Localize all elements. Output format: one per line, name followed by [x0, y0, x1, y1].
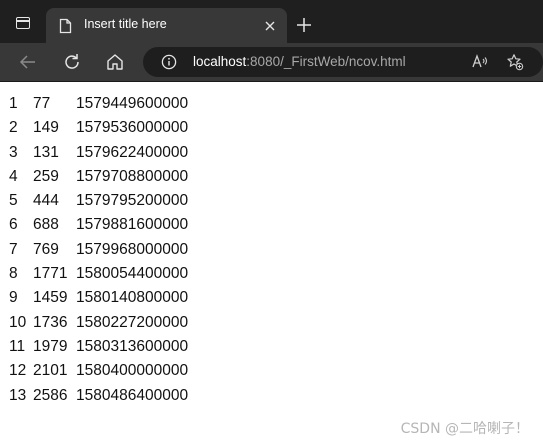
- toolbar: localhost:8080/_FirstWeb/ncov.html: [0, 43, 543, 82]
- address-bar[interactable]: localhost:8080/_FirstWeb/ncov.html: [143, 47, 543, 77]
- row-index: 9: [9, 289, 18, 307]
- row-timestamp: 1579536000000: [76, 119, 189, 137]
- row-count: 444: [33, 192, 59, 210]
- row-index: 7: [9, 240, 18, 258]
- window-icon[interactable]: [16, 17, 30, 29]
- row-count: 1771: [33, 265, 68, 283]
- info-icon[interactable]: [161, 54, 177, 74]
- row-index: 8: [9, 265, 18, 283]
- row-index: 13: [9, 386, 27, 404]
- row-count: 1459: [33, 289, 68, 307]
- row-count: 2586: [33, 386, 68, 404]
- row-timestamp: 1579968000000: [76, 240, 189, 258]
- tab-title: Insert title here: [84, 17, 167, 31]
- plus-icon[interactable]: [296, 17, 312, 33]
- row-count: 2101: [33, 362, 68, 380]
- table-row: 9 1459 1580140800000: [9, 286, 188, 310]
- tab-active[interactable]: Insert title here: [46, 8, 287, 43]
- row-count: 688: [33, 216, 59, 234]
- row-index: 2: [9, 119, 18, 137]
- url-text[interactable]: localhost:8080/_FirstWeb/ncov.html: [193, 54, 406, 69]
- row-index: 12: [9, 362, 27, 380]
- home-icon[interactable]: [104, 51, 126, 73]
- table-row: 6 688 1579881600000: [9, 213, 188, 237]
- row-index: 3: [9, 143, 18, 161]
- row-timestamp: 1579795200000: [76, 192, 189, 210]
- close-icon[interactable]: [263, 18, 277, 32]
- table-row: 12 2101 1580400000000: [9, 359, 188, 383]
- browser-window: Insert title here localhost:8080/_FirstW…: [0, 0, 543, 445]
- row-timestamp: 1580140800000: [76, 289, 189, 307]
- reload-icon[interactable]: [61, 51, 83, 73]
- table-row: 10 1736 1580227200000: [9, 311, 188, 335]
- row-timestamp: 1580313600000: [76, 337, 189, 355]
- row-index: 6: [9, 216, 18, 234]
- row-count: 1979: [33, 337, 68, 355]
- data-table: 1 77 1579449600000 2 149 1579536000000 3 131 157…: [9, 92, 188, 408]
- table-row: 11 1979 1580313600000: [9, 335, 188, 359]
- row-timestamp: 1580400000000: [76, 362, 189, 380]
- table-row: 5 444 1579795200000: [9, 189, 188, 213]
- url-host: localhost: [193, 54, 247, 69]
- add-favorite-icon[interactable]: [506, 53, 524, 71]
- watermark: CSDN @二哈喇子！: [400, 421, 529, 437]
- row-timestamp: 1580227200000: [76, 313, 189, 331]
- row-index: 10: [9, 313, 27, 331]
- table-row: 1 77 1579449600000: [9, 92, 188, 116]
- page-icon: [59, 18, 72, 38]
- row-count: 77: [33, 95, 51, 112]
- tab-strip: Insert title here: [0, 0, 543, 43]
- row-timestamp: 1579449600000: [76, 95, 189, 112]
- row-timestamp: 1579622400000: [76, 143, 189, 161]
- row-index: 4: [9, 167, 18, 185]
- url-path: :8080/_FirstWeb/ncov.html: [246, 54, 406, 69]
- page-content: 1 77 1579449600000 2 149 1579536000000 3 131 157…: [0, 82, 543, 445]
- back-arrow-icon[interactable]: [17, 51, 39, 73]
- table-row: 3 131 1579622400000: [9, 141, 188, 165]
- row-count: 149: [33, 119, 59, 137]
- table-row: 13 2586 1580486400000: [9, 384, 188, 408]
- row-index: 1: [9, 95, 18, 112]
- table-row: 4 259 1579708800000: [9, 165, 188, 189]
- row-count: 259: [33, 167, 59, 185]
- row-timestamp: 1579881600000: [76, 216, 189, 234]
- row-index: 11: [9, 337, 26, 355]
- row-timestamp: 1579708800000: [76, 167, 189, 185]
- row-index: 5: [9, 192, 18, 210]
- table-row: 7 769 1579968000000: [9, 238, 188, 262]
- row-count: 131: [33, 143, 59, 161]
- row-timestamp: 1580486400000: [76, 386, 189, 404]
- row-timestamp: 1580054400000: [76, 265, 189, 283]
- row-count: 1736: [33, 313, 68, 331]
- table-row: 8 1771 1580054400000: [9, 262, 188, 286]
- table-row: 2 149 1579536000000: [9, 116, 188, 140]
- row-count: 769: [33, 240, 59, 258]
- read-aloud-icon[interactable]: [471, 53, 489, 71]
